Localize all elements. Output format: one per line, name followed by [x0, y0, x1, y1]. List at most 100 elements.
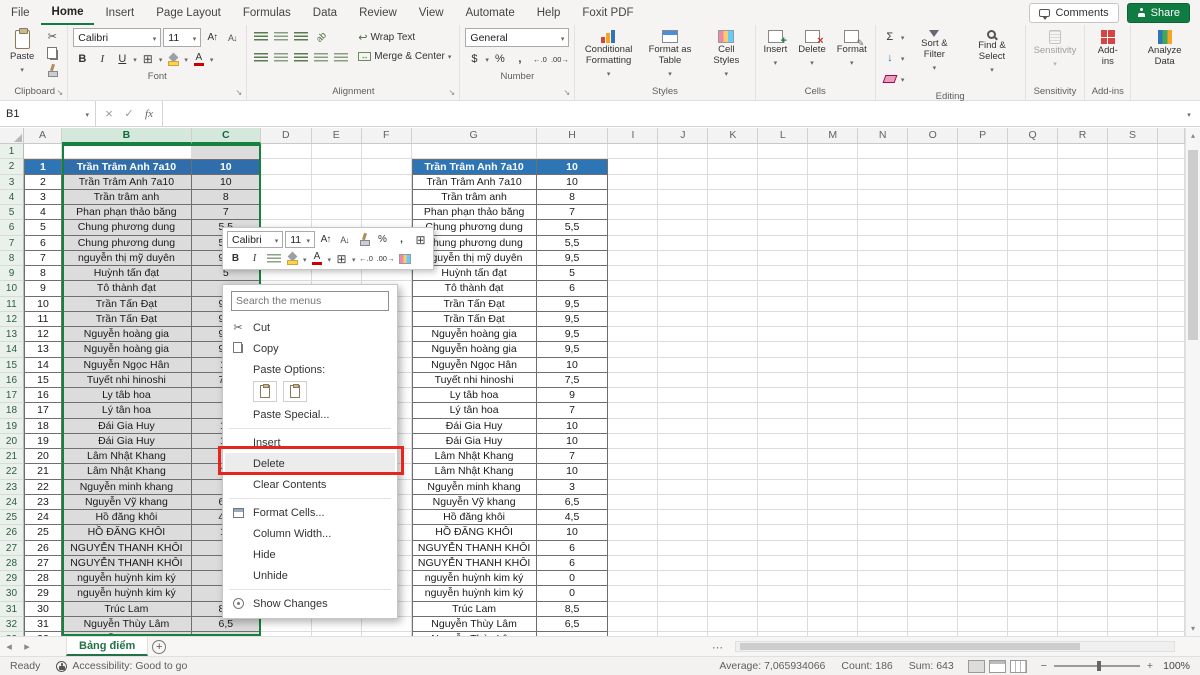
- column-header-I[interactable]: I: [608, 128, 658, 144]
- column-header-S[interactable]: S: [1108, 128, 1158, 144]
- cell-M17[interactable]: [808, 388, 858, 403]
- cell-I27[interactable]: [608, 541, 658, 556]
- cell-A17[interactable]: 16: [24, 388, 62, 403]
- row-header-23[interactable]: 23: [0, 480, 24, 495]
- row-header-5[interactable]: 5: [0, 205, 24, 220]
- cell-J14[interactable]: [658, 342, 708, 357]
- cell-P15[interactable]: [958, 358, 1008, 373]
- cell-Q25[interactable]: [1008, 510, 1058, 525]
- menu-item-paste-options[interactable]: Paste Options:: [225, 359, 395, 380]
- normal-view-icon[interactable]: [968, 660, 985, 673]
- cell-G1[interactable]: [412, 144, 537, 159]
- cell-P2[interactable]: [958, 159, 1008, 174]
- cell-S10[interactable]: [1108, 281, 1158, 296]
- cell-M19[interactable]: [808, 419, 858, 434]
- cell-I24[interactable]: [608, 495, 658, 510]
- cell-R8[interactable]: [1058, 251, 1108, 266]
- cell-Q5[interactable]: [1008, 205, 1058, 220]
- row-header-26[interactable]: 26: [0, 525, 24, 540]
- cell-S25[interactable]: [1108, 510, 1158, 525]
- cell-G17[interactable]: Ly tâb hoa: [412, 388, 537, 403]
- cell-N27[interactable]: [858, 541, 908, 556]
- cell-H30[interactable]: 0: [537, 586, 609, 601]
- cell-S5[interactable]: [1108, 205, 1158, 220]
- cell-M26[interactable]: [808, 525, 858, 540]
- borders-button[interactable]: [139, 50, 157, 68]
- row-header-24[interactable]: 24: [0, 495, 24, 510]
- cell-Q31[interactable]: [1008, 602, 1058, 617]
- status-count[interactable]: Count: 186: [841, 660, 892, 672]
- cell-S24[interactable]: [1108, 495, 1158, 510]
- cell-J8[interactable]: [658, 251, 708, 266]
- cell-Q4[interactable]: [1008, 190, 1058, 205]
- cell-R9[interactable]: [1058, 266, 1108, 281]
- cell-M8[interactable]: [808, 251, 858, 266]
- ribbon-tab-view[interactable]: View: [408, 0, 455, 25]
- align-center-button[interactable]: [272, 49, 290, 67]
- mini-decrease-decimal-button[interactable]: [377, 250, 395, 267]
- cell-O13[interactable]: [908, 327, 958, 342]
- cell-H19[interactable]: 10: [537, 419, 609, 434]
- cell-S9[interactable]: [1108, 266, 1158, 281]
- cell-I6[interactable]: [608, 220, 658, 235]
- cell-Q3[interactable]: [1008, 175, 1058, 190]
- cell-B9[interactable]: Huỳnh tấn đạt: [62, 266, 192, 281]
- cell-O21[interactable]: [908, 449, 958, 464]
- cell-B27[interactable]: NGUYỄN THANH KHÔI: [62, 541, 192, 556]
- cell-R14[interactable]: [1058, 342, 1108, 357]
- ribbon-tab-automate[interactable]: Automate: [455, 0, 526, 25]
- cell-J30[interactable]: [658, 586, 708, 601]
- cell-N15[interactable]: [858, 358, 908, 373]
- cell-G5[interactable]: Phan phạn thảo băng: [412, 205, 537, 220]
- cell-N21[interactable]: [858, 449, 908, 464]
- cell-H9[interactable]: 5: [537, 266, 609, 281]
- cell-P30[interactable]: [958, 586, 1008, 601]
- column-header-L[interactable]: L: [758, 128, 808, 144]
- cell-J4[interactable]: [658, 190, 708, 205]
- cell-A3[interactable]: 2: [24, 175, 62, 190]
- cell-H7[interactable]: 5,5: [537, 236, 609, 251]
- cell-J10[interactable]: [658, 281, 708, 296]
- cell-H1[interactable]: [537, 144, 609, 159]
- cell-N22[interactable]: [858, 464, 908, 479]
- cell-F5[interactable]: [362, 205, 412, 220]
- cell-S16[interactable]: [1108, 373, 1158, 388]
- cell-J27[interactable]: [658, 541, 708, 556]
- sheet-bar-overflow-icon[interactable]: [712, 637, 724, 657]
- cell-Q14[interactable]: [1008, 342, 1058, 357]
- cell-Q16[interactable]: [1008, 373, 1058, 388]
- cell-D5[interactable]: [261, 205, 312, 220]
- mini-align-center-button[interactable]: [265, 250, 282, 267]
- cell-I1[interactable]: [608, 144, 658, 159]
- cell-S31[interactable]: [1108, 602, 1158, 617]
- cell-M6[interactable]: [808, 220, 858, 235]
- cell-G24[interactable]: Nguyễn Vỹ khang: [412, 495, 537, 510]
- cell-S20[interactable]: [1108, 434, 1158, 449]
- cell-N1[interactable]: [858, 144, 908, 159]
- ribbon-tab-data[interactable]: Data: [302, 0, 348, 25]
- clipboard-dialog-launcher[interactable]: [54, 87, 65, 98]
- cell-O31[interactable]: [908, 602, 958, 617]
- cell-O11[interactable]: [908, 297, 958, 312]
- cell-D1[interactable]: [261, 144, 312, 159]
- cell-H32[interactable]: 6,5: [537, 617, 609, 632]
- cell-N23[interactable]: [858, 480, 908, 495]
- cell-P9[interactable]: [958, 266, 1008, 281]
- expand-formula-bar-icon[interactable]: [1178, 101, 1200, 126]
- cell-H29[interactable]: 0: [537, 571, 609, 586]
- cell-Q32[interactable]: [1008, 617, 1058, 632]
- cell-R4[interactable]: [1058, 190, 1108, 205]
- cell-N12[interactable]: [858, 312, 908, 327]
- cell-R3[interactable]: [1058, 175, 1108, 190]
- cell-B2[interactable]: Trần Trâm Anh 7a10: [62, 159, 192, 174]
- cell-A4[interactable]: 3: [24, 190, 62, 205]
- cell-Q9[interactable]: [1008, 266, 1058, 281]
- cell-B13[interactable]: Nguyễn hoàng gia: [62, 327, 192, 342]
- column-header-H[interactable]: H: [537, 128, 609, 144]
- cell-I25[interactable]: [608, 510, 658, 525]
- cell-H4[interactable]: 8: [537, 190, 609, 205]
- column-header-O[interactable]: O: [908, 128, 958, 144]
- cell-Q21[interactable]: [1008, 449, 1058, 464]
- cell-B3[interactable]: Trần Trâm Anh 7a10: [62, 175, 192, 190]
- cell-N11[interactable]: [858, 297, 908, 312]
